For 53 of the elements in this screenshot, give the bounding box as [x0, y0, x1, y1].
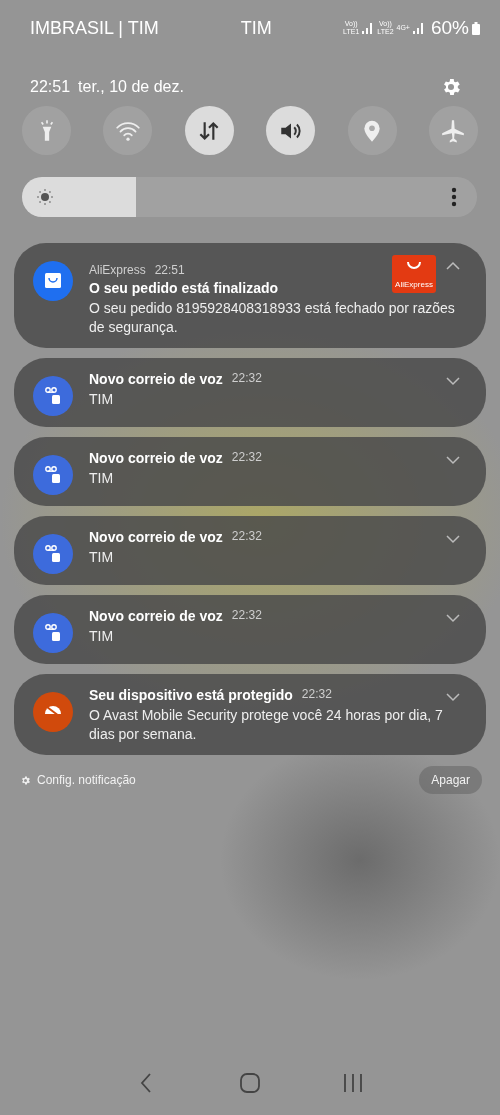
notification-text: TIM	[89, 469, 115, 488]
date-text: ter., 10 de dez.	[78, 78, 184, 96]
more-icon[interactable]	[451, 187, 457, 207]
notification-time: 22:51	[154, 263, 185, 277]
battery-percent: 60%	[430, 17, 469, 39]
settings-icon	[20, 774, 31, 786]
notification-time: 22:32	[231, 529, 262, 543]
expand-chevron-icon[interactable]	[446, 692, 460, 702]
shopping-bag-thumbnail: AliExpress	[392, 255, 436, 293]
quick-tile[interactable]	[347, 106, 397, 155]
notification-text: O seu pedido 8195928408318933 está fechado por razões de segurança.	[89, 299, 456, 337]
expand-chevron-icon[interactable]	[446, 376, 460, 386]
carrier-name: IMBRASIL | TIM	[30, 17, 159, 39]
sun-icon	[36, 188, 54, 206]
expand-chevron-icon[interactable]	[446, 534, 460, 544]
clock-time: 22:51	[30, 78, 71, 96]
carrier-name: TIM	[240, 17, 272, 39]
notification-title: Novo correio de voz	[89, 450, 223, 466]
expand-chevron-icon[interactable]	[446, 613, 460, 623]
home-icon[interactable]	[238, 1071, 262, 1095]
notification-text: TIM	[89, 390, 115, 409]
notification-text: TIM	[89, 548, 115, 567]
expand-chevron-icon[interactable]	[446, 455, 460, 465]
notification-title: O seu pedido está finalizado	[89, 280, 279, 296]
notification-text: TIM	[89, 627, 115, 646]
notification-time: 22:32	[231, 371, 262, 385]
notification-text: O Avast Mobile Security protege você 24 horas por dia, 7 dias por semana.	[89, 706, 444, 744]
notification-time: 22:32	[231, 608, 262, 622]
notification-card[interactable]: Novo correio de voz 22:32 TIM	[14, 437, 486, 506]
quick-tile[interactable]	[266, 106, 316, 155]
battery-icon	[472, 21, 480, 35]
signal-icon	[362, 22, 375, 34]
notification-title: Novo correio de voz	[89, 529, 223, 545]
notification-card[interactable]: Novo correio de voz 22:32 TIM	[14, 516, 486, 585]
app-name: AliExpress	[89, 263, 146, 277]
signal-icon	[412, 22, 425, 34]
quick-tile[interactable]	[103, 106, 153, 155]
airplane-icon	[440, 117, 467, 144]
collapse-chevron-icon[interactable]	[446, 261, 460, 271]
notification-card[interactable]: AliExpress 22:51 O seu pedido está finalizado O seu pedido 8195928408318933 está fechado por razões de segurança. AliExpress	[14, 243, 486, 348]
notification-time: 22:32	[231, 450, 262, 464]
quick-tile[interactable]	[22, 106, 71, 155]
notification-title: Seu dispositivo está protegido	[89, 687, 293, 703]
notification-time: 22:32	[301, 687, 332, 701]
notification-card[interactable]: Seu dispositivo está protegido 22:32 O Avast Mobile Security protege você 24 horas por dia, 7 dias por semana.	[14, 674, 486, 755]
notification-title: Novo correio de voz	[89, 371, 223, 387]
notification-card[interactable]: Novo correio de voz 22:32 TIM	[14, 595, 486, 664]
quick-tile[interactable]	[184, 106, 234, 155]
quick-tile[interactable]	[428, 106, 478, 155]
brightness-slider[interactable]	[22, 177, 477, 217]
notification-card[interactable]: Novo correio de voz 22:32 TIM	[14, 358, 486, 427]
notification-title: Novo correio de voz	[89, 608, 223, 624]
clear-button[interactable]: Apagar	[419, 766, 482, 794]
